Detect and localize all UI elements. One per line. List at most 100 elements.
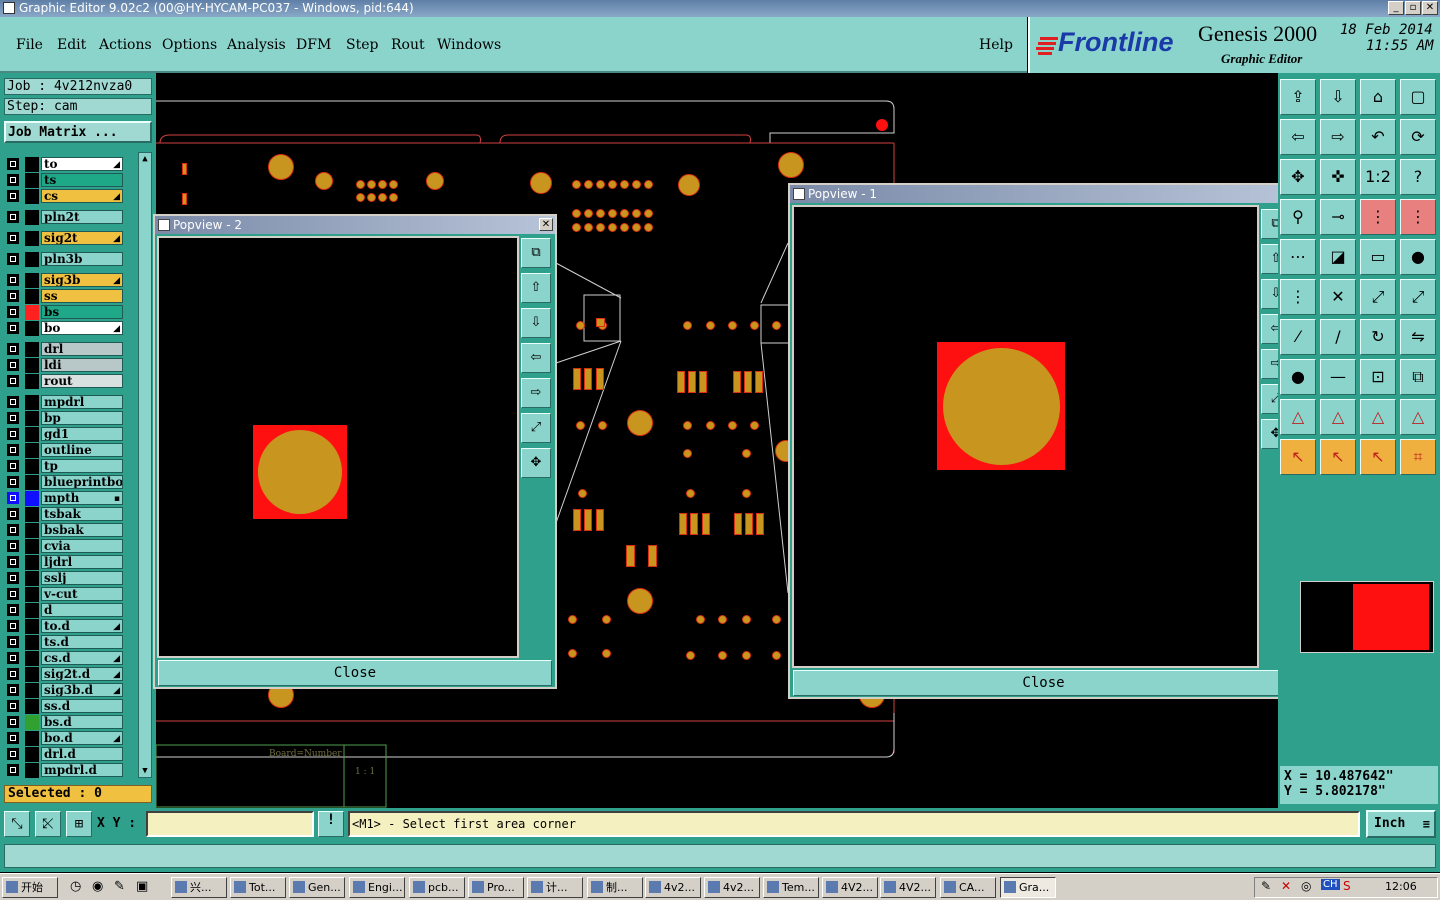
layer-row-pln3b[interactable]: pln3b: [5, 252, 123, 267]
tray-s-icon[interactable]: S: [1343, 879, 1351, 893]
layer-checkbox[interactable]: [7, 684, 19, 696]
menu-edit[interactable]: Edit: [57, 37, 86, 53]
task-tem[interactable]: Tem...: [763, 877, 819, 898]
layer-row-rout[interactable]: rout: [5, 374, 123, 389]
layer-checkbox[interactable]: [7, 620, 19, 632]
layer-color-swatch[interactable]: [25, 539, 39, 554]
layer-name[interactable]: gd1: [41, 427, 123, 441]
layer-name[interactable]: ldi: [41, 358, 123, 372]
layer-color-swatch[interactable]: [25, 321, 39, 336]
task-4v2-a[interactable]: 4v2...: [645, 877, 701, 898]
triangle-icon[interactable]: △: [1280, 399, 1316, 435]
layer-name[interactable]: ts.d: [41, 635, 123, 649]
layer-row-blueprintbot[interactable]: blueprintbot: [5, 475, 123, 490]
layer-name[interactable]: drl: [41, 342, 123, 356]
layer-row-tsbak[interactable]: tsbak: [5, 507, 123, 522]
layer-checkbox[interactable]: [7, 540, 19, 552]
task-pro[interactable]: Pro...: [468, 877, 524, 898]
layer-color-swatch[interactable]: [25, 715, 39, 730]
tray-language[interactable]: CH: [1321, 879, 1340, 890]
layer-checkbox[interactable]: [7, 764, 19, 776]
arc-fill-icon[interactable]: △: [1360, 399, 1396, 435]
layer-row-bo[interactable]: bo ◢: [5, 321, 123, 336]
zoom-home-icon[interactable]: ⇪: [1280, 79, 1316, 115]
task-engi[interactable]: Engi...: [349, 877, 405, 898]
snap-icon[interactable]: ⤡: [4, 811, 30, 837]
menu-analysis[interactable]: Analysis: [227, 37, 286, 53]
layer-name[interactable]: ljdrl: [41, 555, 123, 569]
layer-name[interactable]: to.d ◢: [41, 619, 123, 633]
window-icon[interactable]: ▢: [1400, 79, 1436, 115]
save-icon[interactable]: ▣: [136, 879, 148, 894]
layer-row-mpdrl[interactable]: mpdrl: [5, 395, 123, 410]
task-xing[interactable]: 兴...: [171, 877, 227, 898]
layer-color-swatch[interactable]: [25, 523, 39, 538]
point-icon[interactable]: ●: [1280, 359, 1316, 395]
layer-color-swatch[interactable]: [25, 342, 39, 357]
layer-color-swatch[interactable]: [25, 427, 39, 442]
route-icon[interactable]: ⌗: [1400, 439, 1436, 475]
layer-checkbox[interactable]: [7, 476, 19, 488]
fit-icon[interactable]: ⤢: [521, 413, 551, 443]
layer-color-swatch[interactable]: [25, 443, 39, 458]
layer-checkbox[interactable]: [7, 375, 19, 387]
close-button[interactable]: ✕: [1422, 1, 1438, 15]
layer-row-bs.d[interactable]: bs.d: [5, 715, 123, 730]
layer-checkbox[interactable]: [7, 556, 19, 568]
layer-checkbox[interactable]: [7, 359, 19, 371]
task-4v2-d[interactable]: 4V2...: [880, 877, 936, 898]
task-4v2-c[interactable]: 4V2...: [822, 877, 878, 898]
layer-name[interactable]: outline: [41, 443, 123, 457]
home-icon[interactable]: ⌂: [1360, 79, 1396, 115]
notes-icon[interactable]: ✎: [114, 879, 125, 894]
start-button[interactable]: 开始: [2, 877, 58, 898]
layer-color-swatch[interactable]: [25, 619, 39, 634]
layer-name[interactable]: pln2t: [41, 210, 123, 224]
layer-row-bs[interactable]: bs: [5, 305, 123, 320]
layer-color-swatch[interactable]: [25, 571, 39, 586]
layer-name[interactable]: ss.d: [41, 699, 123, 713]
layer-name[interactable]: mpth ▪: [41, 491, 123, 505]
layer-checkbox[interactable]: [7, 158, 19, 170]
layer-checkbox[interactable]: [7, 412, 19, 424]
connect-icon[interactable]: ⋮: [1280, 279, 1316, 315]
probe-icon[interactable]: ⊸: [1320, 199, 1356, 235]
layer-row-bsbak[interactable]: bsbak: [5, 523, 123, 538]
layer-row-tp[interactable]: tp: [5, 459, 123, 474]
layer-color-swatch[interactable]: [25, 395, 39, 410]
layer-checkbox[interactable]: [7, 290, 19, 302]
layer-row-to[interactable]: to ◢: [5, 157, 123, 172]
layer-row-ts.d[interactable]: ts.d: [5, 635, 123, 650]
layer-row-to.d[interactable]: to.d ◢: [5, 619, 123, 634]
layer-color-swatch[interactable]: [25, 358, 39, 373]
center-icon[interactable]: ✥: [521, 448, 551, 478]
layer-checkbox[interactable]: [7, 636, 19, 648]
pointer-icon[interactable]: ↖: [1320, 439, 1356, 475]
layer-name[interactable]: drl.d: [41, 747, 123, 761]
minimize-button[interactable]: _: [1388, 1, 1404, 15]
layer-row-mpth[interactable]: mpth ▪: [5, 491, 123, 506]
layer-name[interactable]: bs: [41, 305, 123, 319]
cross-icon[interactable]: ✕: [1320, 279, 1356, 315]
layer-row-ts[interactable]: ts: [5, 173, 123, 188]
layer-row-bp[interactable]: bp: [5, 411, 123, 426]
layer-name[interactable]: mpdrl: [41, 395, 123, 409]
layer-checkbox[interactable]: [7, 460, 19, 472]
scroll-up-icon[interactable]: ▲: [140, 154, 150, 164]
layer-copy-icon[interactable]: ⋮: [1400, 199, 1436, 235]
units-select[interactable]: Inch ≡: [1366, 810, 1436, 838]
layer-name[interactable]: bo ◢: [41, 321, 123, 335]
zoom-window-icon[interactable]: ⧉: [521, 238, 551, 268]
tray-network-icon[interactable]: ◎: [1301, 879, 1311, 893]
layer-row-d[interactable]: d: [5, 603, 123, 618]
arrow-line-icon[interactable]: ⤢: [1400, 279, 1436, 315]
layer-checkbox[interactable]: [7, 274, 19, 286]
layer-name[interactable]: bo.d ◢: [41, 731, 123, 745]
flip-icon[interactable]: ⇋: [1400, 319, 1436, 355]
layer-color-swatch[interactable]: [25, 667, 39, 682]
layer-color-swatch[interactable]: [25, 683, 39, 698]
rotate-icon[interactable]: ↻: [1360, 319, 1396, 355]
layer-checkbox[interactable]: [7, 524, 19, 536]
layer-name[interactable]: rout: [41, 374, 123, 388]
alert-button[interactable]: !: [318, 811, 344, 837]
